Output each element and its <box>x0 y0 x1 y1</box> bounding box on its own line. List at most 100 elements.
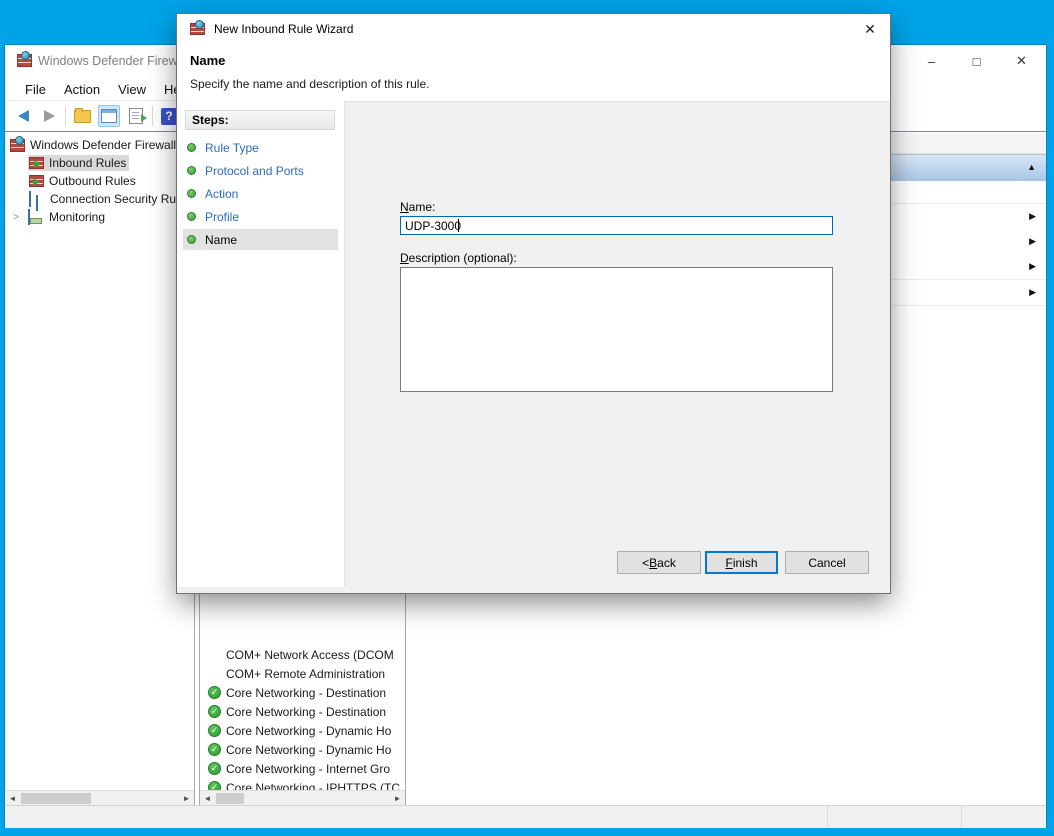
step-bullet-icon <box>187 166 196 175</box>
outbound-rules-icon <box>29 175 44 187</box>
desktop: Windows Defender Firewall – □ ✕ File Act… <box>0 0 1054 836</box>
status-bar <box>5 805 1046 828</box>
list-horizontal-scrollbar[interactable]: ◄ ► <box>200 790 405 806</box>
scroll-left-icon[interactable]: ◄ <box>200 791 215 806</box>
step-action[interactable]: Action <box>183 183 338 204</box>
step-label: Rule Type <box>205 141 259 155</box>
scroll-left-icon[interactable]: ◄ <box>5 791 20 806</box>
connection-security-icon <box>29 192 45 206</box>
flyout-arrow-icon: ▶ <box>1029 236 1036 247</box>
status-separator <box>827 806 828 828</box>
enabled-check-icon: ✓ <box>208 762 221 775</box>
rule-row[interactable]: ✓ Core Networking - Dynamic Ho <box>200 721 405 740</box>
close-button[interactable]: ✕ <box>999 47 1044 75</box>
text-caret <box>458 219 459 232</box>
menubar: File Action View Help <box>5 79 192 100</box>
step-bullet-icon <box>187 189 196 198</box>
toolbar: ? <box>5 100 189 132</box>
wizard-title: New Inbound Rule Wizard <box>214 22 353 36</box>
cancel-button[interactable]: Cancel <box>785 551 869 574</box>
tree-item-label: Outbound Rules <box>49 174 136 188</box>
tree-item-outbound-rules[interactable]: Outbound Rules <box>29 172 136 190</box>
no-icon <box>208 667 221 680</box>
console-tree-pane: Windows Defender Firewall Inbound Rules … <box>5 131 195 806</box>
flyout-arrow-icon: ▶ <box>1029 211 1036 222</box>
monitoring-icon <box>28 210 44 224</box>
finish-button[interactable]: Finish <box>705 551 778 574</box>
rule-row[interactable]: ✓ Core Networking - Destination <box>200 683 405 702</box>
rule-name: Core Networking - Destination <box>226 705 386 719</box>
rule-row[interactable]: ✓ Core Networking - Destination <box>200 702 405 721</box>
tree-item-label: Connection Security Rul <box>50 192 179 206</box>
step-rule-type[interactable]: Rule Type <box>183 137 338 158</box>
enabled-check-icon: ✓ <box>208 743 221 756</box>
export-list-icon[interactable] <box>126 106 146 126</box>
enabled-check-icon: ✓ <box>208 724 221 737</box>
enabled-check-icon: ✓ <box>208 705 221 718</box>
tree-item-label: Monitoring <box>49 210 105 224</box>
menu-view[interactable]: View <box>109 82 155 97</box>
no-icon <box>208 648 221 661</box>
rule-name: COM+ Network Access (DCOM <box>226 648 394 662</box>
scrollbar-thumb[interactable] <box>21 793 91 804</box>
rule-description-textarea[interactable] <box>400 267 833 392</box>
step-bullet-icon <box>187 212 196 221</box>
rule-name: Core Networking - Destination <box>226 686 386 700</box>
description-field-label: Description (optional): <box>400 251 517 265</box>
firewall-app-icon <box>17 54 32 67</box>
enabled-check-icon: ✓ <box>208 686 221 699</box>
rule-row[interactable]: ✓ Core Networking - Internet Gro <box>200 759 405 778</box>
rule-row[interactable]: ✓ Core Networking - Dynamic Ho <box>200 740 405 759</box>
step-profile[interactable]: Profile <box>183 206 338 227</box>
status-separator <box>961 806 962 828</box>
wizard-close-icon[interactable]: ✕ <box>856 16 884 42</box>
maximize-button[interactable]: □ <box>954 47 999 75</box>
new-inbound-rule-wizard-dialog: New Inbound Rule Wizard ✕ Name Specify t… <box>177 14 890 593</box>
rule-name: Core Networking - Internet Gro <box>226 762 390 776</box>
minimize-button[interactable]: – <box>909 47 954 75</box>
rule-name: Core Networking - Dynamic Ho <box>226 724 391 738</box>
window-controls: – □ ✕ <box>909 47 1044 75</box>
menu-action[interactable]: Action <box>55 82 109 97</box>
step-protocol-and-ports[interactable]: Protocol and Ports <box>183 160 338 181</box>
step-bullet-icon <box>187 235 196 244</box>
forward-icon[interactable] <box>39 106 59 126</box>
firewall-globe-icon <box>10 139 25 152</box>
expand-chevron-icon[interactable]: > <box>11 212 21 223</box>
menu-file[interactable]: File <box>16 82 55 97</box>
step-label: Action <box>205 187 238 201</box>
wizard-header: Name Specify the name and description of… <box>177 44 890 102</box>
flyout-arrow-icon: ▶ <box>1029 261 1036 272</box>
rule-row[interactable]: COM+ Network Access (DCOM <box>200 645 405 664</box>
help-icon[interactable]: ? <box>159 106 179 126</box>
toolbar-separator <box>152 106 153 126</box>
tree-item-label: Inbound Rules <box>49 156 126 170</box>
tree-item-root[interactable]: Windows Defender Firewall <box>10 136 176 154</box>
step-bullet-icon <box>187 143 196 152</box>
scroll-right-icon[interactable]: ► <box>390 791 405 806</box>
scrollbar-thumb[interactable] <box>216 793 244 804</box>
back-button[interactable]: < Back <box>617 551 701 574</box>
tree-item-connection-security[interactable]: Connection Security Rul <box>29 190 179 208</box>
rule-name: COM+ Remote Administration <box>226 667 385 681</box>
back-icon[interactable] <box>13 106 33 126</box>
wizard-firewall-icon <box>190 23 205 35</box>
scroll-right-icon[interactable]: ► <box>179 791 194 806</box>
step-label: Profile <box>205 210 239 224</box>
steps-heading: Steps: <box>185 110 335 130</box>
tree-horizontal-scrollbar[interactable]: ◄ ► <box>5 790 194 806</box>
tree-item-monitoring[interactable]: > Monitoring <box>11 208 105 226</box>
console-window-icon[interactable] <box>98 105 120 127</box>
wizard-titlebar: New Inbound Rule Wizard ✕ <box>177 14 890 44</box>
wizard-page-subtitle: Specify the name and description of this… <box>190 77 429 91</box>
rule-row[interactable]: COM+ Remote Administration <box>200 664 405 683</box>
rule-name-input[interactable] <box>400 216 833 235</box>
tree-item-inbound-rules[interactable]: Inbound Rules <box>28 154 129 172</box>
tree-item-label: Windows Defender Firewall <box>30 138 176 152</box>
show-console-tree-icon[interactable] <box>72 106 92 126</box>
window-title: Windows Defender Firewall <box>38 54 180 70</box>
collapse-icon[interactable]: ▲ <box>1027 162 1036 172</box>
step-name[interactable]: Name <box>183 229 338 250</box>
toolbar-separator <box>65 106 66 126</box>
wizard-page-title: Name <box>190 53 225 68</box>
